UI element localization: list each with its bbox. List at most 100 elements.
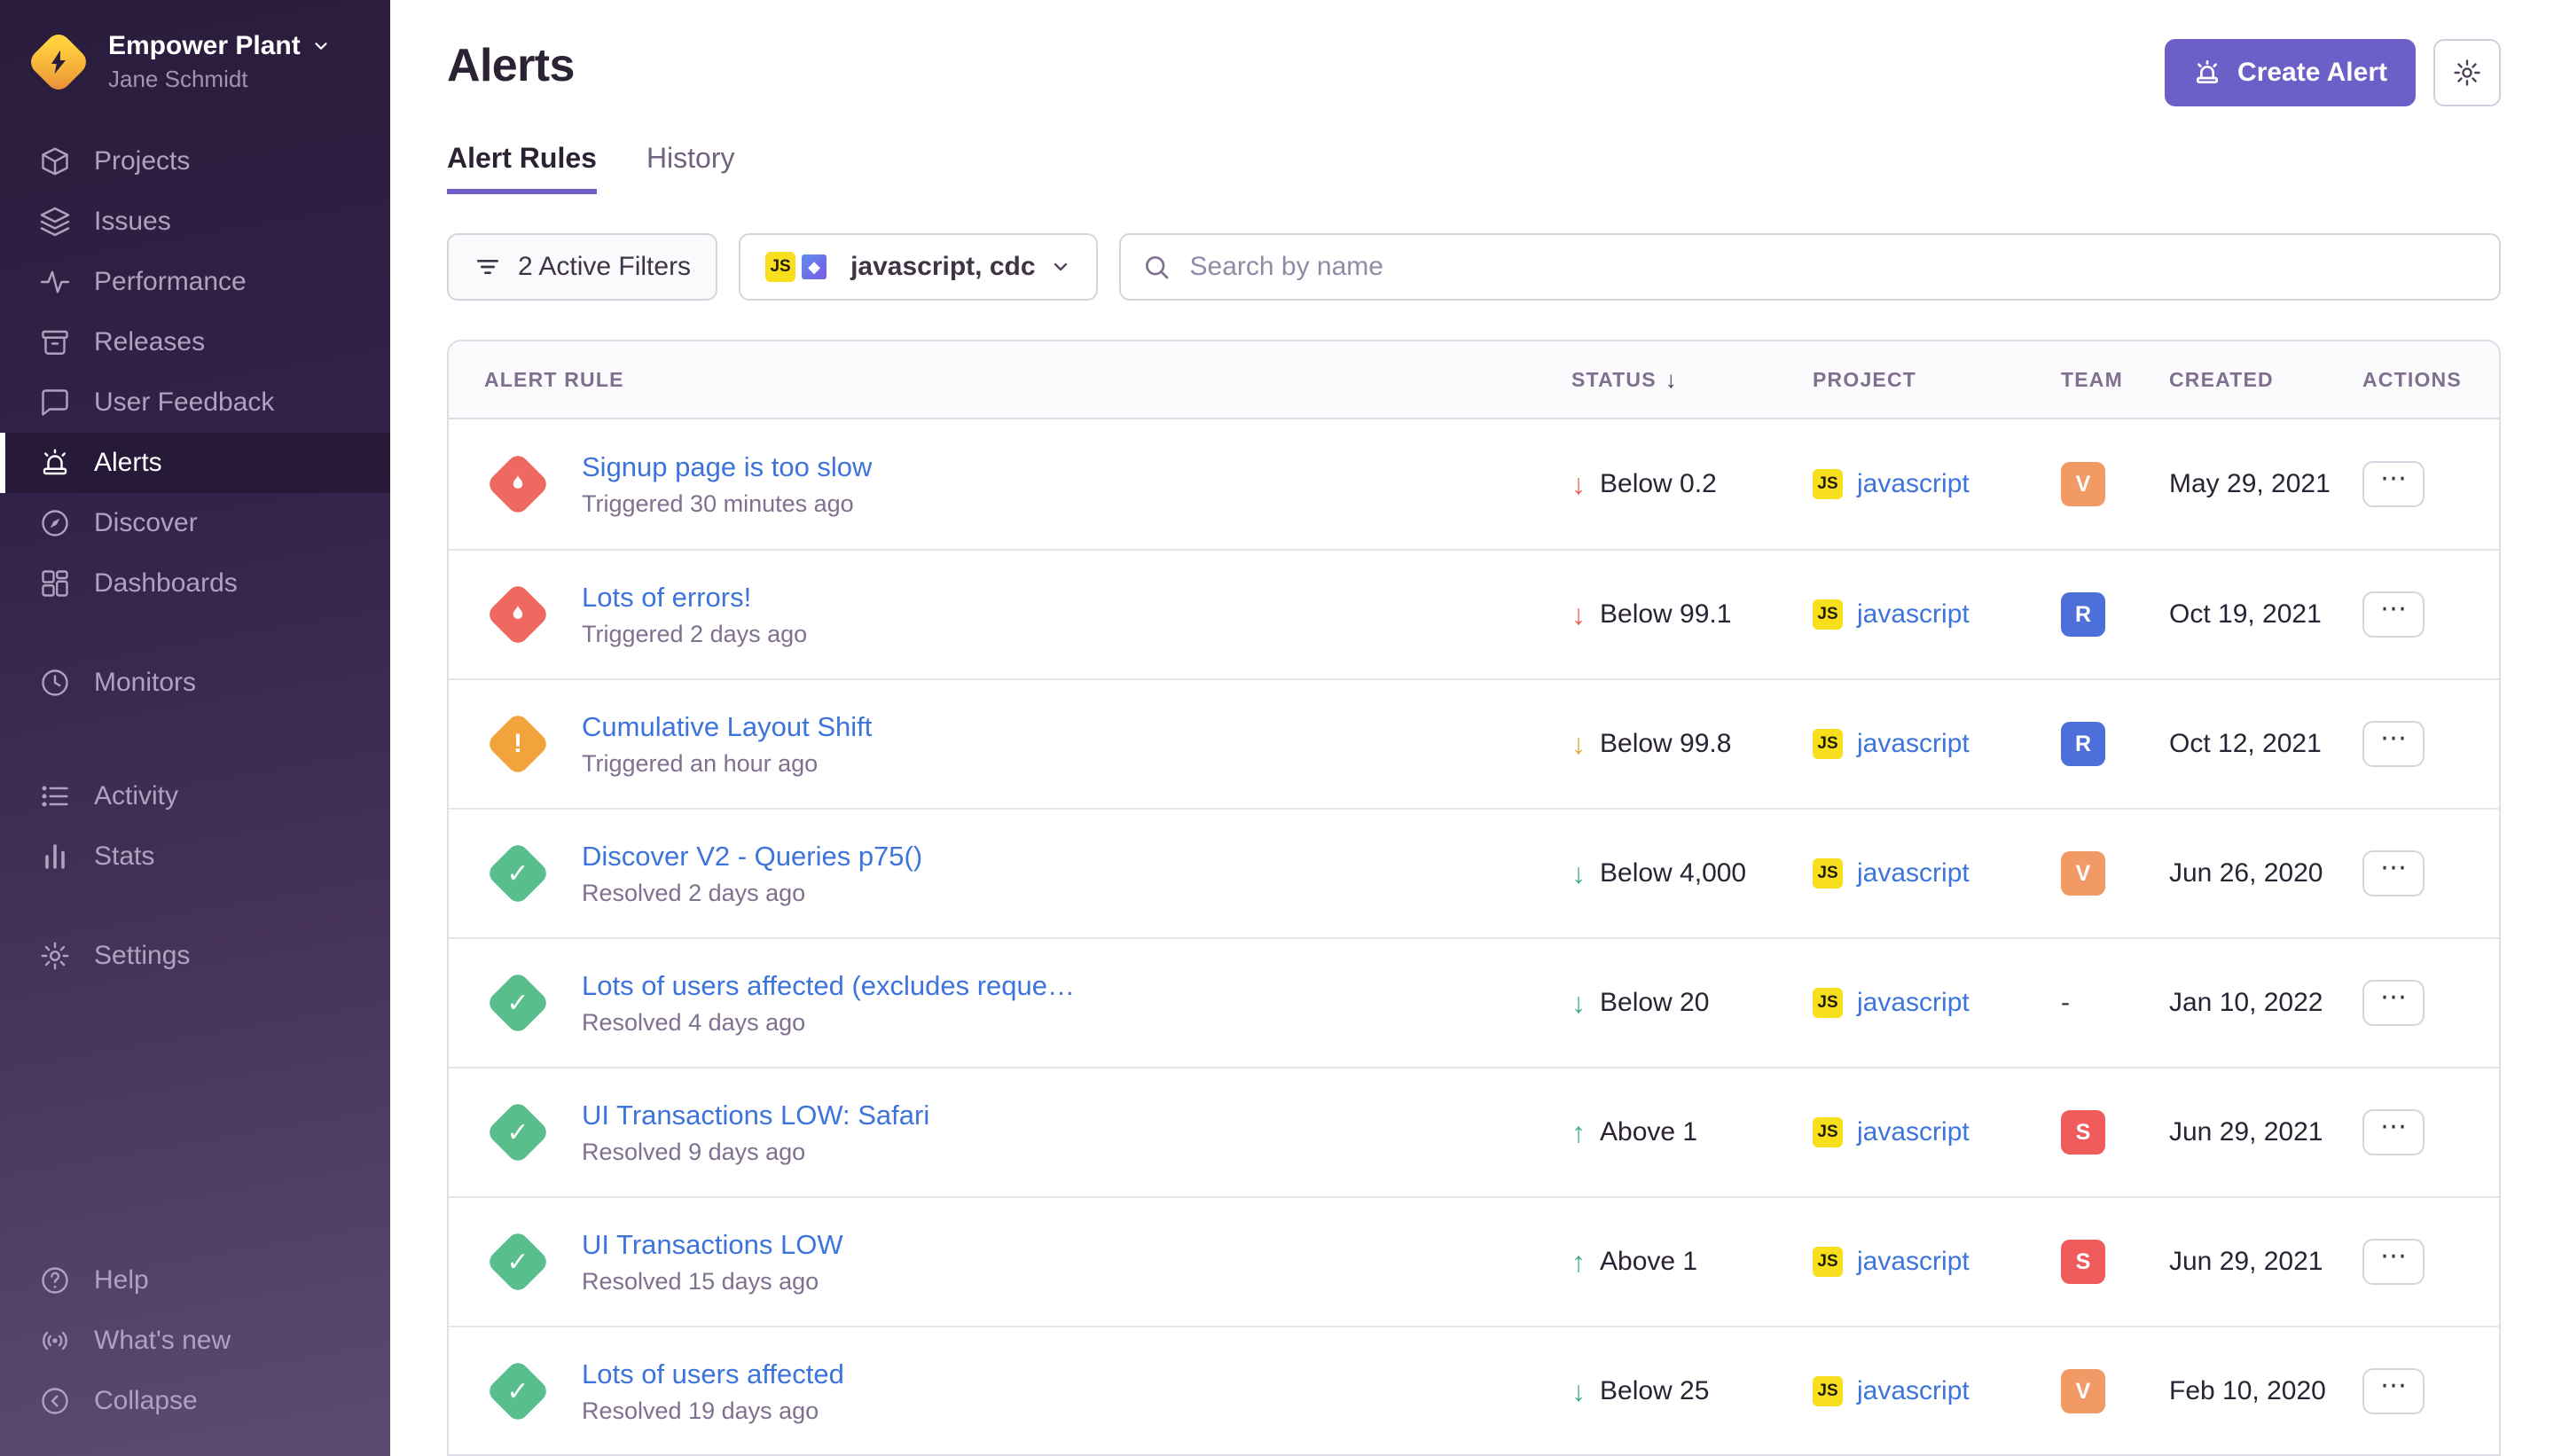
sidebar-item-discover[interactable]: Discover	[0, 493, 390, 553]
sidebar-item-whats-new[interactable]: What's new	[0, 1311, 390, 1371]
cell-project: JS javascript	[1813, 469, 2061, 499]
column-header-created[interactable]: Created	[2169, 368, 2362, 392]
project-link[interactable]: javascript	[1857, 1376, 1970, 1406]
project-link[interactable]: javascript	[1857, 988, 1970, 1018]
alert-rule-link[interactable]: Lots of users affected (excludes reque…	[582, 970, 1075, 1002]
status-arrow-icon: ↑	[1571, 1116, 1586, 1149]
actions-menu-button[interactable]: ⋯	[2362, 1109, 2425, 1155]
alert-rule-text: UI Transactions LOW Resolved 15 days ago	[582, 1229, 843, 1296]
alert-rule-link[interactable]: Signup page is too slow	[582, 451, 872, 483]
cell-actions: ⋯	[2362, 1109, 2499, 1155]
sidebar-item-label: Alerts	[94, 448, 162, 478]
cell-alert-rule: ✓ UI Transactions LOW: Safari Resolved 9…	[449, 1099, 1571, 1166]
project-link[interactable]: javascript	[1857, 1117, 1970, 1147]
status-value: Above 1	[1600, 1117, 1697, 1147]
alert-rule-text: UI Transactions LOW: Safari Resolved 9 d…	[582, 1100, 929, 1166]
alert-rule-link[interactable]: Cumulative Layout Shift	[582, 711, 872, 743]
table-row: ✓ UI Transactions LOW: Safari Resolved 9…	[449, 1067, 2499, 1196]
column-header-status[interactable]: Status ↓	[1571, 366, 1813, 394]
alert-rule-link[interactable]: Discover V2 - Queries p75()	[582, 841, 922, 873]
javascript-platform-icon: JS	[1813, 599, 1843, 630]
project-link[interactable]: javascript	[1857, 1247, 1970, 1277]
tab-history[interactable]: History	[646, 142, 735, 194]
team-avatar: V	[2061, 851, 2105, 896]
cell-project: JS javascript	[1813, 988, 2061, 1018]
project-link[interactable]: javascript	[1857, 729, 1970, 759]
cell-team: V	[2061, 462, 2169, 506]
column-header-team[interactable]: Team	[2061, 368, 2169, 392]
sidebar-item-performance[interactable]: Performance	[0, 252, 390, 312]
actions-menu-button[interactable]: ⋯	[2362, 721, 2425, 767]
cell-alert-rule: ✓ Discover V2 - Queries p75() Resolved 2…	[449, 840, 1571, 907]
team-avatar: -	[2061, 981, 2105, 1025]
project-link[interactable]: javascript	[1857, 858, 1970, 888]
sidebar-item-label: Activity	[94, 781, 178, 811]
sidebar-item-alerts[interactable]: Alerts	[0, 433, 390, 493]
cdc-platform-icon: ◆	[799, 252, 829, 282]
sidebar-item-projects[interactable]: Projects	[0, 131, 390, 192]
actions-menu-button[interactable]: ⋯	[2362, 591, 2425, 638]
active-filters-button[interactable]: 2 Active Filters	[447, 233, 717, 301]
siren-icon	[39, 447, 71, 479]
alert-rule-text: Lots of errors! Triggered 2 days ago	[582, 582, 807, 648]
sidebar-item-activity[interactable]: Activity	[0, 766, 390, 826]
table-row: Signup page is too slow Triggered 30 min…	[449, 419, 2499, 549]
active-filters-label: 2 Active Filters	[518, 252, 691, 282]
alert-settings-button[interactable]	[2433, 39, 2501, 106]
sidebar-collapse-button[interactable]: Collapse	[0, 1371, 390, 1431]
column-header-project[interactable]: Project	[1813, 368, 2061, 392]
column-header-actions: Actions	[2362, 368, 2499, 392]
cell-actions: ⋯	[2362, 721, 2499, 767]
actions-menu-button[interactable]: ⋯	[2362, 980, 2425, 1026]
cell-alert-rule: ✓ Lots of users affected Resolved 19 day…	[449, 1358, 1571, 1425]
org-switcher[interactable]: Empower Plant Jane Schmidt	[0, 21, 390, 103]
speech-bubble-icon	[39, 387, 71, 419]
javascript-platform-icon: JS	[1813, 988, 1843, 1018]
create-alert-button[interactable]: Create Alert	[2165, 39, 2416, 106]
project-selector[interactable]: JS ◆ javascript, cdc	[739, 233, 1097, 301]
sidebar-item-label: Collapse	[94, 1386, 198, 1416]
actions-menu-button[interactable]: ⋯	[2362, 1239, 2425, 1285]
alert-rule-link[interactable]: UI Transactions LOW	[582, 1229, 843, 1261]
actions-menu-button[interactable]: ⋯	[2362, 461, 2425, 507]
status-arrow-icon: ↑	[1571, 1246, 1586, 1279]
sidebar-item-help[interactable]: Help	[0, 1250, 390, 1311]
table-row: ✓ Discover V2 - Queries p75() Resolved 2…	[449, 808, 2499, 937]
actions-menu-button[interactable]: ⋯	[2362, 1368, 2425, 1414]
main-content: Alerts Create Alert Alert Rules History …	[390, 0, 2554, 1456]
cell-project: JS javascript	[1813, 1247, 2061, 1277]
sidebar-item-stats[interactable]: Stats	[0, 826, 390, 887]
alert-rule-subtext: Triggered 30 minutes ago	[582, 490, 872, 518]
alert-rule-subtext: Triggered an hour ago	[582, 750, 872, 778]
sidebar-item-releases[interactable]: Releases	[0, 312, 390, 372]
status-value: Below 4,000	[1600, 858, 1746, 888]
javascript-platform-icon: JS	[1813, 1247, 1843, 1277]
cell-status: ↓ Below 0.2	[1571, 468, 1813, 501]
tab-alert-rules[interactable]: Alert Rules	[447, 142, 597, 194]
sidebar-item-dashboards[interactable]: Dashboards	[0, 553, 390, 614]
project-link[interactable]: javascript	[1857, 469, 1970, 499]
alert-rule-link[interactable]: UI Transactions LOW: Safari	[582, 1100, 929, 1131]
cell-project: JS javascript	[1813, 1117, 2061, 1147]
sidebar-item-label: What's new	[94, 1326, 231, 1356]
alert-rule-link[interactable]: Lots of users affected	[582, 1358, 844, 1390]
cell-alert-rule: ! Cumulative Layout Shift Triggered an h…	[449, 710, 1571, 778]
cell-status: ↑ Above 1	[1571, 1246, 1813, 1279]
column-header-status-label: Status	[1571, 368, 1657, 392]
sidebar-item-label: Stats	[94, 842, 154, 872]
help-circle-icon	[39, 1264, 71, 1296]
cell-project: JS javascript	[1813, 729, 2061, 759]
table-row: Lots of errors! Triggered 2 days ago ↓ B…	[449, 549, 2499, 678]
search-input[interactable]	[1187, 250, 2478, 284]
sidebar-item-label: Help	[94, 1265, 149, 1296]
project-link[interactable]: javascript	[1857, 599, 1970, 630]
alert-rule-subtext: Resolved 2 days ago	[582, 880, 922, 907]
alert-rule-link[interactable]: Lots of errors!	[582, 582, 807, 614]
sidebar-item-settings[interactable]: Settings	[0, 926, 390, 986]
actions-menu-button[interactable]: ⋯	[2362, 850, 2425, 896]
compass-icon	[39, 507, 71, 539]
sidebar-item-user-feedback[interactable]: User Feedback	[0, 372, 390, 433]
sidebar-item-issues[interactable]: Issues	[0, 192, 390, 252]
sidebar-item-monitors[interactable]: Monitors	[0, 653, 390, 713]
column-header-alert-rule[interactable]: Alert Rule	[449, 368, 1571, 392]
